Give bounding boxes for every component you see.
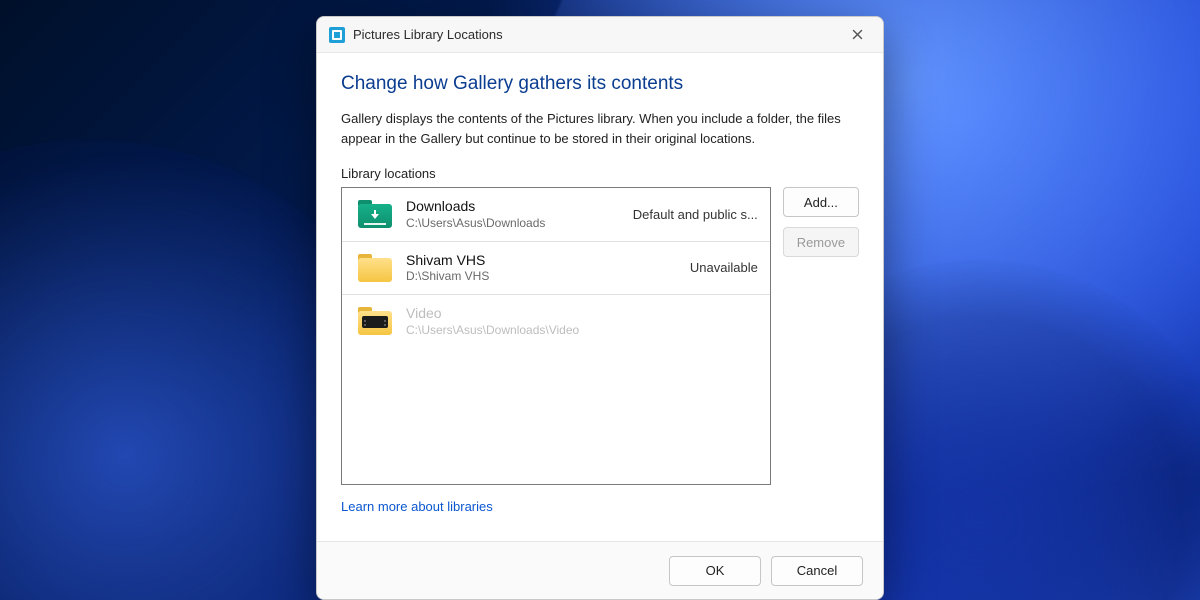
location-item[interactable]: Shivam VHS D:\Shivam VHS Unavailable: [342, 242, 770, 296]
close-icon: [852, 29, 863, 40]
locations-listbox[interactable]: Downloads C:\Users\Asus\Downloads Defaul…: [341, 187, 771, 485]
location-path: D:\Shivam VHS: [406, 269, 676, 284]
location-item[interactable]: Video C:\Users\Asus\Downloads\Video: [342, 295, 770, 348]
cancel-button[interactable]: Cancel: [771, 556, 863, 586]
location-status: Unavailable: [690, 260, 758, 275]
dialog-body: Change how Gallery gathers its contents …: [317, 53, 883, 541]
location-path: C:\Users\Asus\Downloads\Video: [406, 323, 744, 338]
library-locations-dialog: Pictures Library Locations Change how Ga…: [316, 16, 884, 600]
locations-label: Library locations: [341, 166, 859, 181]
ok-button[interactable]: OK: [669, 556, 761, 586]
location-name: Video: [406, 305, 744, 323]
folder-download-icon: [358, 200, 392, 228]
folder-video-icon: [358, 307, 392, 335]
window-title: Pictures Library Locations: [353, 27, 843, 42]
app-icon: [329, 27, 345, 43]
location-text: Video C:\Users\Asus\Downloads\Video: [406, 305, 744, 338]
add-button[interactable]: Add...: [783, 187, 859, 217]
location-path: C:\Users\Asus\Downloads: [406, 216, 619, 231]
titlebar: Pictures Library Locations: [317, 17, 883, 53]
side-buttons: Add... Remove: [783, 187, 859, 485]
locations-row: Downloads C:\Users\Asus\Downloads Defaul…: [341, 187, 859, 485]
dialog-description: Gallery displays the contents of the Pic…: [341, 109, 851, 148]
location-status: Default and public s...: [633, 207, 758, 222]
location-name: Downloads: [406, 198, 619, 216]
location-text: Downloads C:\Users\Asus\Downloads: [406, 198, 619, 231]
dialog-heading: Change how Gallery gathers its contents: [341, 73, 859, 95]
location-item[interactable]: Downloads C:\Users\Asus\Downloads Defaul…: [342, 188, 770, 242]
location-name: Shivam VHS: [406, 252, 676, 270]
folder-icon: [358, 254, 392, 282]
close-button[interactable]: [843, 21, 871, 49]
dialog-footer: OK Cancel: [317, 541, 883, 599]
learn-more-link[interactable]: Learn more about libraries: [341, 499, 493, 514]
desktop-background: Pictures Library Locations Change how Ga…: [0, 0, 1200, 600]
location-text: Shivam VHS D:\Shivam VHS: [406, 252, 676, 285]
remove-button[interactable]: Remove: [783, 227, 859, 257]
